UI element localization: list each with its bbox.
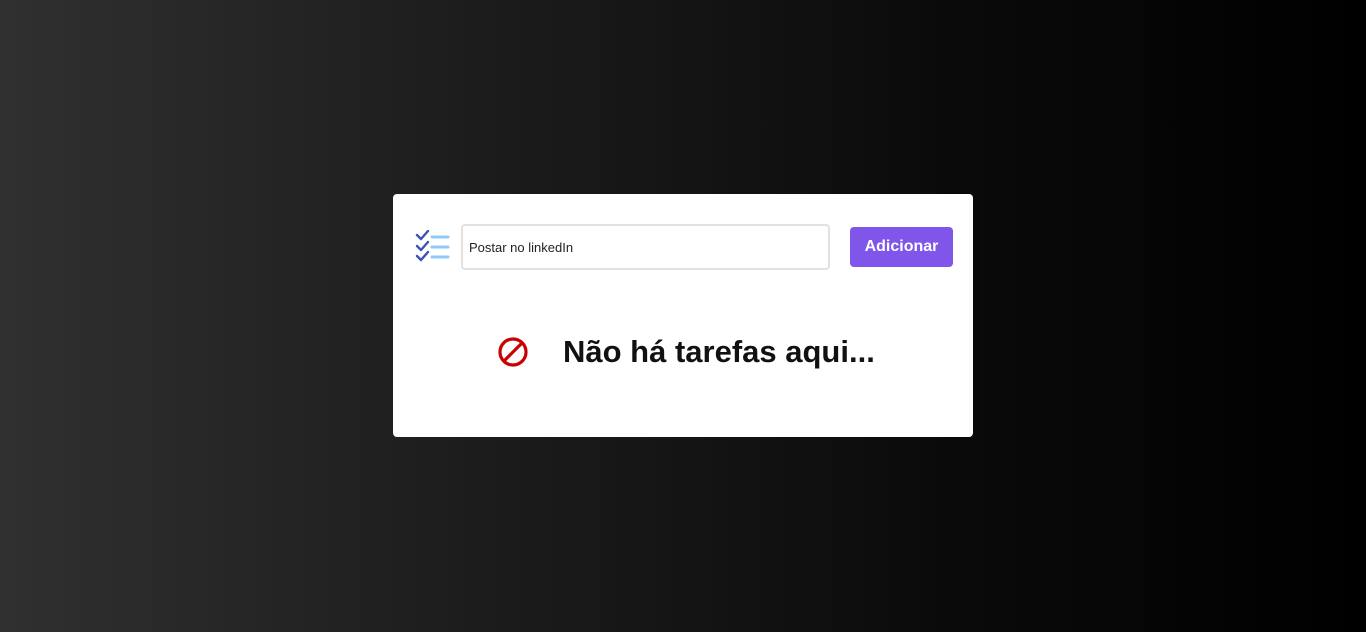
empty-message: Não há tarefas aqui... bbox=[563, 334, 875, 369]
task-input[interactable] bbox=[461, 224, 830, 270]
checklist-icon bbox=[415, 229, 451, 264]
ban-icon bbox=[497, 336, 529, 368]
empty-state: Não há tarefas aqui... bbox=[393, 332, 973, 372]
todo-card: Adicionar Não há tarefas aqui... bbox=[393, 194, 973, 437]
add-task-button[interactable]: Adicionar bbox=[850, 227, 953, 267]
